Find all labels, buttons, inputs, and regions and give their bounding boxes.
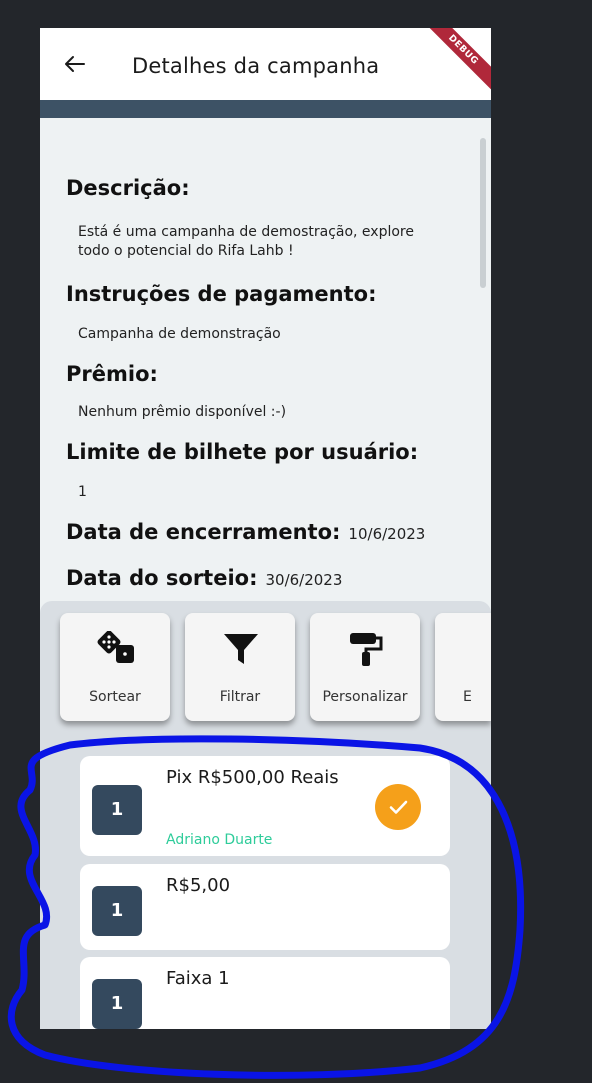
ticket-card[interactable]: 1 R$5,00	[80, 864, 450, 950]
page-title: Detalhes da campanha	[132, 54, 380, 78]
limite-label: Limite de bilhete por usuário:	[66, 440, 419, 464]
debug-banner: DEBUG	[414, 28, 491, 99]
encerramento-label: Data de encerramento:	[66, 520, 341, 544]
more-action-label: E	[463, 689, 472, 705]
sorteio-label: Data do sorteio:	[66, 566, 258, 590]
premio-text: Nenhum prêmio disponível :-)	[78, 404, 287, 420]
selected-check-button[interactable]	[375, 784, 421, 830]
sorteio-row: Data do sorteio: 30/6/2023	[66, 566, 342, 590]
ticket-card[interactable]: 1 Pix R$500,00 Reais Adriano Duarte	[80, 756, 450, 856]
header-strip	[40, 100, 491, 118]
ticket-number-badge: 1	[92, 886, 142, 936]
check-icon	[389, 800, 408, 814]
filtrar-label: Filtrar	[219, 689, 261, 705]
dice-icon	[97, 631, 134, 663]
filtrar-button[interactable]: Filtrar	[185, 613, 295, 721]
sortear-label: Sortear	[89, 689, 141, 705]
bottom-panel: Sortear Filtrar Personalizar E 1 Pix R$5…	[40, 601, 491, 1029]
more-action-button[interactable]: E	[435, 613, 491, 721]
descricao-text: Está é uma campanha de demostração, expl…	[78, 224, 414, 259]
ticket-number-badge: 1	[92, 785, 142, 835]
instrucoes-text: Campanha de demonstração	[78, 326, 281, 342]
ticket-number-badge: 1	[92, 979, 142, 1029]
ticket-owner: Adriano Duarte	[166, 832, 273, 848]
sortear-button[interactable]: Sortear	[60, 613, 170, 721]
encerramento-value: 10/6/2023	[348, 525, 426, 543]
personalizar-button[interactable]: Personalizar	[310, 613, 420, 721]
instrucoes-label: Instruções de pagamento:	[66, 282, 377, 306]
ticket-name: R$5,00	[166, 875, 231, 896]
arrow-left-icon	[65, 56, 85, 72]
descricao-label: Descrição:	[66, 176, 190, 200]
paint-roller-icon	[350, 633, 383, 666]
filter-icon	[224, 634, 258, 664]
back-button[interactable]	[62, 46, 88, 82]
ticket-name: Faixa 1	[166, 968, 230, 989]
ticket-card[interactable]: 1 Faixa 1	[80, 957, 450, 1029]
phone-screen: Detalhes da campanha DEBUG Descrição: Es…	[40, 28, 491, 1029]
personalizar-label: Personalizar	[322, 689, 408, 705]
premio-label: Prêmio:	[66, 362, 158, 386]
scrollbar[interactable]	[480, 138, 486, 288]
sorteio-value: 30/6/2023	[265, 571, 343, 589]
limite-value: 1	[78, 484, 87, 500]
app-bar: Detalhes da campanha DEBUG	[40, 28, 491, 100]
encerramento-row: Data de encerramento: 10/6/2023	[66, 520, 425, 544]
ticket-name: Pix R$500,00 Reais	[166, 767, 339, 788]
